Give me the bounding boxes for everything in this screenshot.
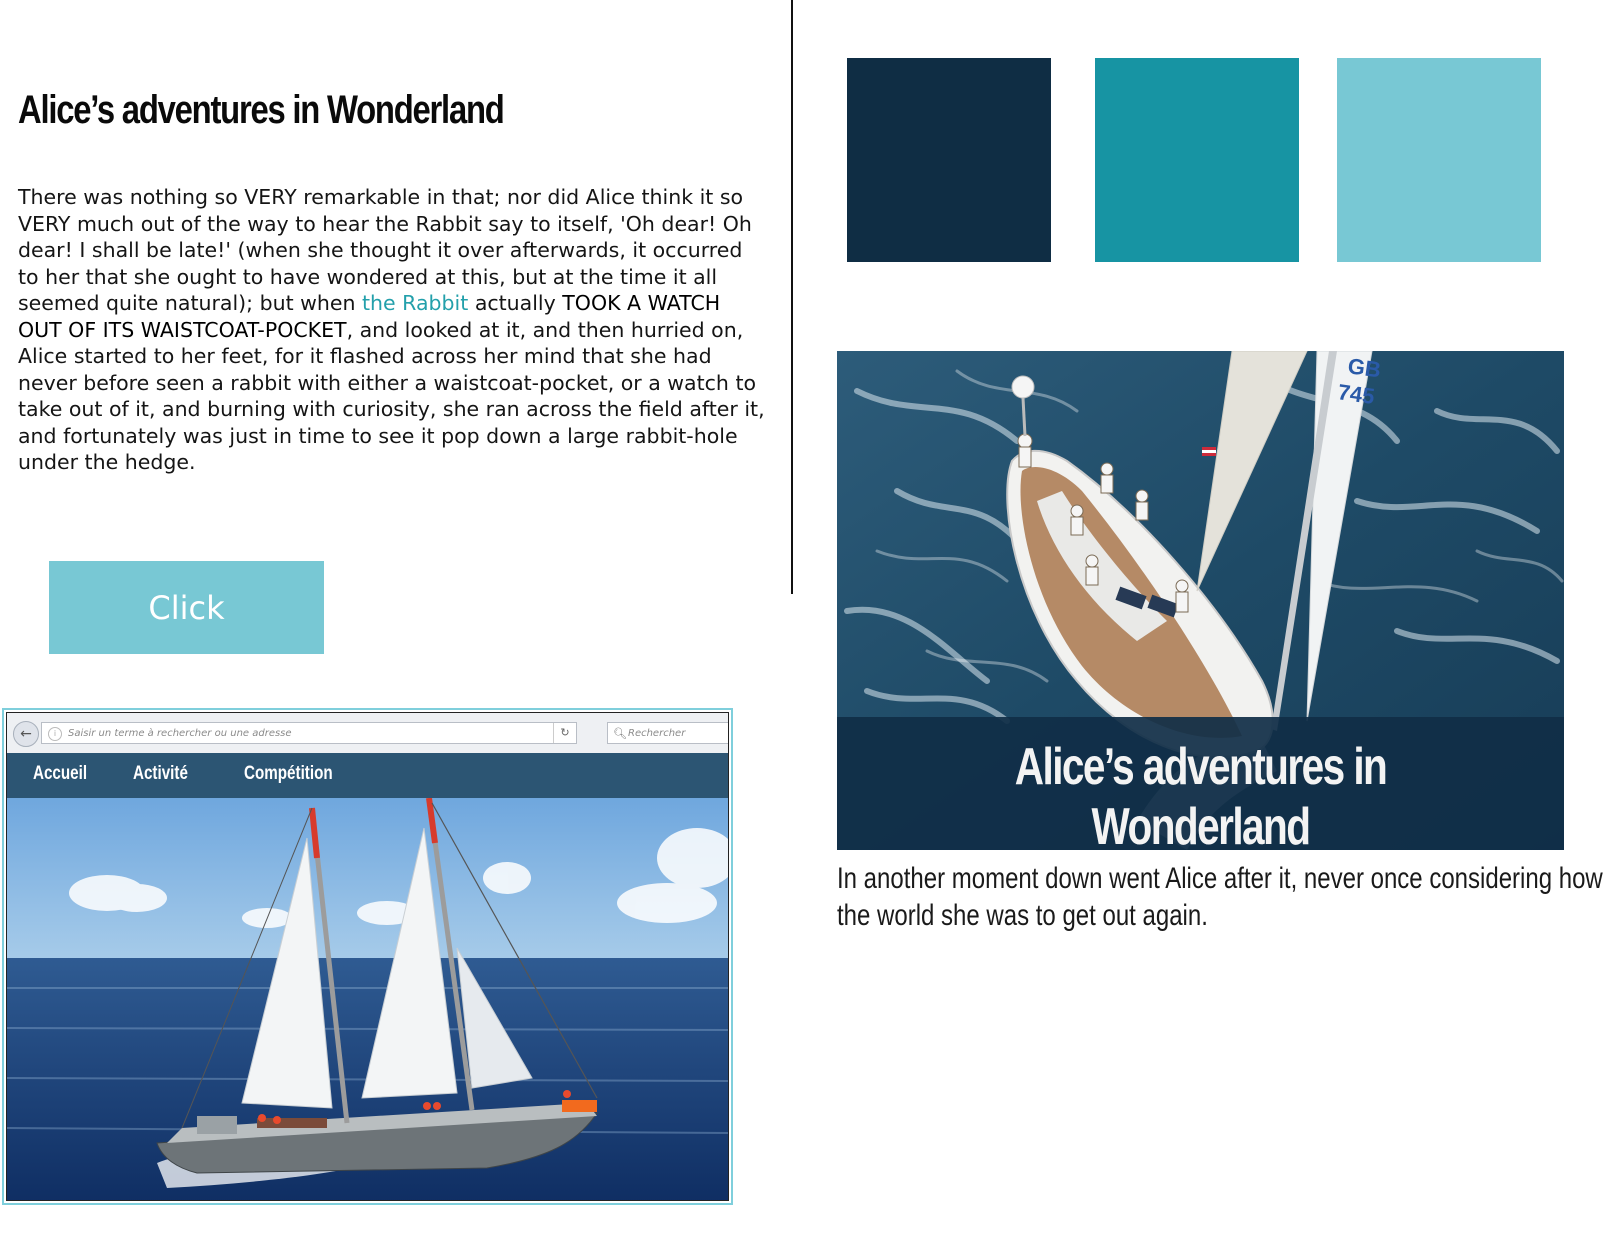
paragraph-text: , and looked at it, and then hurried on, — [346, 317, 744, 342]
page-title: Alice’s adventures in Wonderland — [18, 88, 505, 132]
hero-image: GB 745 Alice’s adventures in Wonderland — [837, 351, 1564, 850]
back-arrow-icon[interactable]: ← — [13, 721, 39, 747]
color-swatch-teal — [1095, 58, 1299, 262]
hero-title: Alice’s adventures in Wonderland — [1014, 738, 1388, 850]
url-bar[interactable]: i Saisir un terme à rechercher ou une ad… — [41, 722, 577, 744]
reload-icon[interactable]: ↻ — [553, 723, 576, 743]
color-swatch-dark-navy — [847, 58, 1051, 262]
rabbit-link[interactable]: the Rabbit — [362, 291, 468, 315]
schooner-photo — [7, 797, 728, 1200]
browser-search-box[interactable]: 🔍︎ Rechercher — [607, 722, 728, 744]
hero-title-band: Alice’s adventures in Wonderland — [837, 717, 1564, 850]
nav-item-activite[interactable]: Activité — [133, 763, 188, 785]
info-icon: i — [48, 727, 62, 741]
body-paragraph: There was nothing so VERY remarkable in … — [18, 184, 768, 476]
hero-caption: In another moment down went Alice after … — [837, 860, 1607, 934]
url-placeholder: Saisir un terme à rechercher ou une adre… — [68, 728, 292, 739]
column-divider — [791, 0, 793, 594]
click-button[interactable]: Click — [49, 561, 324, 654]
browser-toolbar: ← i Saisir un terme à rechercher ou une … — [7, 713, 728, 754]
browser-screenshot: ← i Saisir un terme à rechercher ou une … — [2, 708, 733, 1205]
svg-text:GB: GB — [1346, 353, 1382, 382]
svg-text:745: 745 — [1336, 379, 1376, 409]
nav-item-competition[interactable]: Compétition — [244, 763, 333, 785]
site-navbar: Accueil Activité Compétition — [7, 753, 728, 798]
browser-window: ← i Saisir un terme à rechercher ou une … — [6, 712, 729, 1201]
caption-line: In another moment down went Alice after … — [837, 862, 1607, 895]
color-swatch-light-cyan — [1337, 58, 1541, 262]
paragraph-text: actually — [468, 291, 563, 315]
caption-line: the world she was to get out again. — [837, 899, 1208, 932]
search-icon: 🔍︎ — [613, 727, 627, 740]
nav-item-accueil[interactable]: Accueil — [33, 763, 87, 785]
search-placeholder: Rechercher — [628, 728, 686, 739]
paragraph-text: Alice started to her feet, for it flashe… — [18, 344, 765, 474]
